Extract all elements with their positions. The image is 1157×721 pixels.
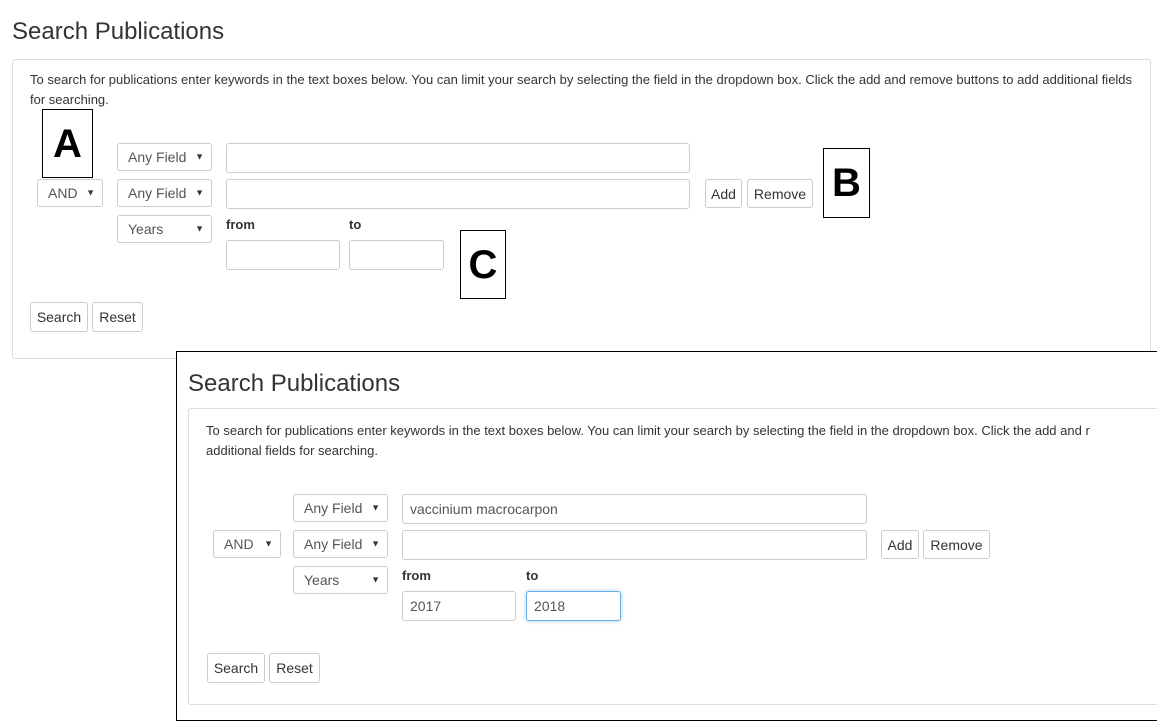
callout-c: C	[460, 230, 506, 299]
field-select-2-value: Any Field	[304, 536, 363, 552]
reset-button[interactable]: Reset	[269, 653, 320, 683]
remove-button[interactable]: Remove	[923, 530, 990, 559]
keyword-input-1-value: vaccinium macrocarpon	[410, 501, 558, 517]
top-search-form: Search Publications To search for public…	[0, 0, 1157, 359]
bottom-search-form: Search Publications To search for public…	[176, 351, 1157, 721]
page-title: Search Publications	[12, 18, 225, 45]
operator-select[interactable]: AND ▼	[37, 179, 103, 207]
keyword-input-2[interactable]	[226, 179, 690, 209]
caret-down-icon: ▼	[264, 538, 273, 549]
to-label: to	[526, 568, 539, 583]
field-select-1-value: Any Field	[304, 500, 363, 516]
year-to-input[interactable]: 2018	[526, 591, 621, 621]
field-select-1[interactable]: Any Field ▼	[117, 143, 212, 171]
reset-button[interactable]: Reset	[92, 302, 143, 332]
operator-select[interactable]: AND ▼	[213, 530, 281, 558]
caret-down-icon: ▼	[195, 151, 204, 162]
years-select-value: Years	[128, 221, 164, 237]
field-select-2[interactable]: Any Field ▼	[117, 179, 212, 207]
keyword-input-1[interactable]	[226, 143, 690, 173]
field-select-2[interactable]: Any Field ▼	[293, 530, 388, 558]
to-label: to	[349, 217, 362, 232]
caret-down-icon: ▼	[195, 187, 204, 198]
add-button[interactable]: Add	[705, 179, 742, 208]
year-from-input[interactable]	[226, 240, 340, 270]
search-instructions: To search for publications enter keyword…	[30, 72, 1133, 107]
year-from-input[interactable]: 2017	[402, 591, 516, 621]
caret-down-icon: ▼	[371, 502, 380, 513]
year-to-input[interactable]	[349, 240, 444, 270]
search-button[interactable]: Search	[207, 653, 265, 683]
years-select-value: Years	[304, 572, 340, 588]
caret-down-icon: ▼	[86, 187, 95, 198]
field-select-1[interactable]: Any Field ▼	[293, 494, 388, 522]
page-title: Search Publications	[188, 370, 401, 397]
from-label: from	[226, 217, 255, 232]
years-select[interactable]: Years ▼	[293, 566, 388, 594]
keyword-input-1[interactable]: vaccinium macrocarpon	[402, 494, 867, 524]
search-instructions-line-2: additional fields for searching.	[206, 443, 378, 458]
field-select-2-value: Any Field	[128, 185, 187, 201]
year-from-value: 2017	[410, 598, 442, 614]
add-button[interactable]: Add	[881, 530, 919, 559]
callout-a: A	[42, 109, 93, 178]
keyword-input-2[interactable]	[402, 530, 867, 560]
search-button[interactable]: Search	[30, 302, 88, 332]
caret-down-icon: ▼	[195, 223, 204, 234]
from-label: from	[402, 568, 431, 583]
callout-b: B	[823, 148, 870, 218]
operator-select-value: AND	[224, 536, 254, 552]
remove-button[interactable]: Remove	[747, 179, 813, 208]
search-instructions-line-1: To search for publications enter keyword…	[206, 423, 1090, 438]
year-to-value: 2018	[534, 598, 566, 614]
operator-select-value: AND	[48, 185, 78, 201]
field-select-1-value: Any Field	[128, 149, 187, 165]
years-select[interactable]: Years ▼	[117, 215, 212, 243]
caret-down-icon: ▼	[371, 574, 380, 585]
caret-down-icon: ▼	[371, 538, 380, 549]
